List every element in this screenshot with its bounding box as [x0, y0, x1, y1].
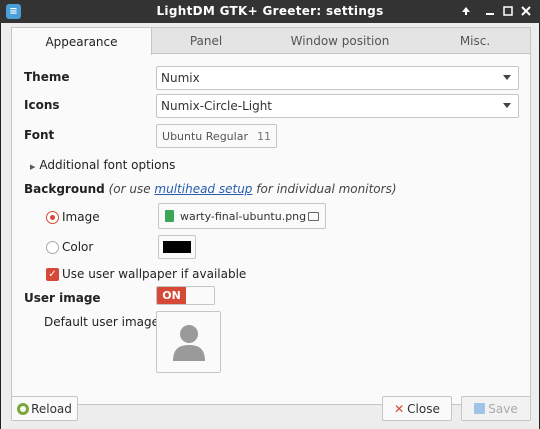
background-image-file-button[interactable]: warty-final-ubuntu.png: [158, 203, 326, 229]
font-button[interactable]: Ubuntu Regular 11: [156, 124, 277, 148]
tab-misc[interactable]: Misc.: [420, 28, 530, 54]
user-avatar-icon: [172, 325, 205, 361]
icons-combo[interactable]: Numix-Circle-Light: [156, 94, 519, 118]
close-label: Close: [407, 401, 440, 416]
font-size: 11: [256, 129, 271, 143]
settings-window: Appearance Panel Window position Misc. T…: [0, 23, 540, 429]
expander-arrow-icon: ▶: [30, 163, 36, 171]
reload-button[interactable]: Reload: [11, 396, 78, 421]
file-image-icon: [165, 210, 174, 222]
settings-notebook: Appearance Panel Window position Misc. T…: [11, 27, 531, 405]
save-icon: [474, 403, 486, 414]
font-name: Ubuntu Regular: [162, 129, 248, 143]
font-label: Font: [24, 128, 55, 142]
color-picker-button[interactable]: [158, 235, 196, 259]
image-radio[interactable]: [46, 211, 59, 224]
background-heading: Background (or use multihead setup for i…: [24, 182, 397, 196]
background-hint-post: for individual monitors): [252, 182, 397, 196]
tab-panel[interactable]: Panel: [152, 28, 260, 54]
chevron-down-icon: [503, 103, 511, 108]
theme-label: Theme: [24, 70, 70, 84]
icons-value: Numix-Circle-Light: [161, 99, 273, 113]
maximize-button[interactable]: [500, 3, 516, 19]
image-file-name: warty-final-ubuntu.png: [180, 209, 307, 223]
reload-icon: [17, 402, 30, 415]
background-hint-pre: (or use: [108, 182, 155, 196]
minimize-button[interactable]: [482, 3, 498, 19]
close-icon: ✕: [394, 401, 405, 416]
multihead-setup-link[interactable]: multihead setup: [154, 182, 252, 196]
additional-font-options-label: Additional font options: [39, 158, 176, 172]
user-image-switch[interactable]: ON: [156, 286, 215, 305]
default-user-image-label: Default user image: [44, 315, 160, 329]
color-radio[interactable]: [46, 241, 59, 254]
tab-bar: Appearance Panel Window position Misc.: [12, 28, 530, 55]
reload-label: Reload: [31, 401, 72, 416]
icons-label: Icons: [24, 98, 60, 112]
theme-combo[interactable]: Numix: [156, 66, 519, 90]
window-move-up-icon[interactable]: [458, 3, 474, 19]
folder-icon: [308, 212, 319, 221]
background-label: Background: [24, 182, 105, 196]
default-user-image-button[interactable]: [156, 311, 221, 373]
user-image-label: User image: [24, 291, 101, 305]
save-label: Save: [488, 401, 518, 416]
title-bar: ≡ LightDM GTK+ Greeter: settings: [0, 0, 540, 23]
user-wallpaper-label: Use user wallpaper if available: [62, 267, 247, 281]
close-window-button[interactable]: [518, 3, 534, 19]
theme-value: Numix: [161, 71, 200, 85]
switch-on-label: ON: [157, 287, 186, 304]
tab-window-position[interactable]: Window position: [260, 28, 420, 54]
save-button[interactable]: Save: [461, 396, 531, 421]
tab-appearance[interactable]: Appearance: [12, 28, 152, 55]
chevron-down-icon: [503, 75, 511, 80]
color-radio-label: Color: [62, 240, 94, 254]
close-button[interactable]: ✕ Close: [382, 396, 452, 421]
image-radio-label: Image: [62, 210, 100, 224]
user-wallpaper-checkbox[interactable]: ✓: [46, 268, 59, 281]
additional-font-options-expander[interactable]: ▶ Additional font options: [30, 158, 175, 172]
color-swatch: [163, 241, 191, 253]
